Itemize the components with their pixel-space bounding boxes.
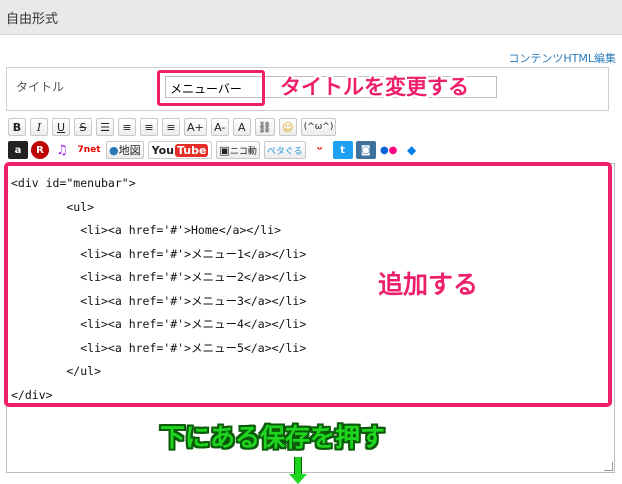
strikethrough-button[interactable]: S [74, 118, 92, 136]
link-button[interactable]: ⛓ [254, 118, 275, 136]
title-highlight-box [157, 70, 265, 106]
font-color-button[interactable]: A [232, 118, 251, 136]
dropbox-icon[interactable]: ◆ [401, 141, 422, 159]
petagogu-label: ペタぐる [266, 146, 303, 157]
smiley-icon: ☺ [281, 120, 294, 134]
annotation-press-save: 下にある保存を押す [160, 423, 386, 452]
annotation-title-change: タイトルを変更する [280, 75, 469, 99]
resize-grip-icon[interactable] [604, 462, 613, 471]
service-toolbar: a R ♫ 7net ● 地図 You Tube ▣ ニコ動 ペタぐる ᵕ t ◙ ●… [8, 140, 425, 160]
underline-button[interactable]: U [52, 118, 70, 136]
panel-title: 自由形式 [6, 12, 59, 27]
youtube-you-label: You [151, 143, 174, 157]
map-label: 地図 [118, 144, 141, 157]
align-right-button[interactable]: ≡ [162, 118, 180, 136]
link-icon: ⛓ [257, 120, 272, 134]
youtube-tube-label: Tube [174, 143, 209, 157]
instagram-icon[interactable]: ◙ [355, 141, 376, 159]
niconico-label: ニコ動 [229, 146, 257, 157]
bold-button[interactable]: B [8, 118, 26, 136]
align-right-icon: ≡ [166, 120, 176, 134]
globe-icon: ● [109, 143, 119, 157]
code-highlight-box [4, 162, 612, 407]
petagogu-button[interactable]: ペタぐる [263, 141, 306, 159]
kaomoji-icon: (^ω^) [303, 122, 334, 132]
panel-header: 自由形式 [0, 0, 622, 35]
music-icon[interactable]: ♫ [52, 141, 72, 159]
indent-button[interactable]: ☰ [96, 118, 114, 136]
amazon-icon[interactable]: a [8, 141, 28, 159]
tv-icon: ▣ [219, 143, 230, 157]
font-size-down-button[interactable]: A- [210, 118, 229, 136]
rakuten-icon[interactable]: R [31, 141, 49, 159]
twitter-icon[interactable]: t [332, 141, 353, 159]
title-label: タイトル [16, 80, 65, 94]
indent-icon: ☰ [100, 120, 110, 134]
kaomoji-button[interactable]: (^ω^) [300, 118, 337, 136]
align-left-icon: ≡ [122, 120, 132, 134]
font-size-up-button[interactable]: A+ [184, 118, 207, 136]
formatting-toolbar: B I U S ☰ ≡ ≡ ≡ A+ A- A ⛓ ☺ (^ω^) [8, 117, 340, 137]
align-center-button[interactable]: ≡ [140, 118, 158, 136]
emoji-button[interactable]: ☺ [278, 118, 297, 136]
7net-icon[interactable]: 7net [75, 141, 103, 159]
smile-icon[interactable]: ᵕ [309, 141, 330, 159]
flickr-icon[interactable]: ● ● [378, 141, 399, 159]
niconico-button[interactable]: ▣ ニコ動 [216, 141, 260, 159]
align-left-button[interactable]: ≡ [118, 118, 136, 136]
down-arrow-icon [294, 457, 302, 475]
annotation-add: 追加する [378, 270, 479, 299]
italic-button[interactable]: I [30, 118, 48, 136]
content-html-edit-link[interactable]: コンテンツHTML編集 [508, 50, 616, 66]
youtube-button[interactable]: You Tube [147, 141, 213, 159]
map-button[interactable]: ● 地図 [106, 141, 144, 159]
align-center-icon: ≡ [144, 120, 154, 134]
